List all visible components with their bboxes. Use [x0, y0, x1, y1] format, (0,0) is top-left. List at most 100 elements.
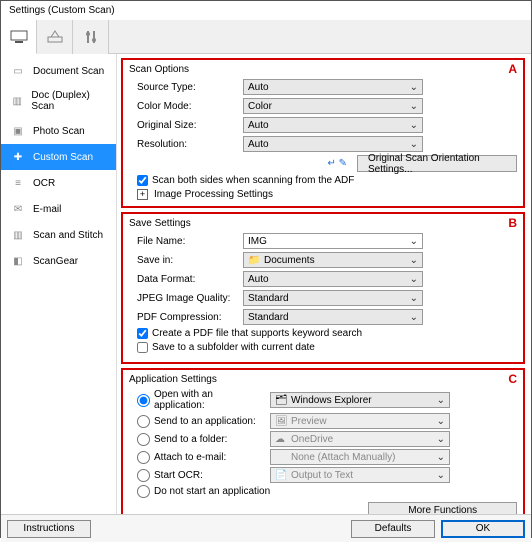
- expand-image-processing-button[interactable]: +: [137, 189, 148, 200]
- sidebar-item-label: Doc (Duplex) Scan: [31, 90, 108, 112]
- open-with-label: Open with an application:: [154, 389, 266, 411]
- scan-options-title: Scan Options: [129, 64, 517, 75]
- attach-email-label: Attach to e-mail:: [154, 452, 266, 463]
- pdf-keyword-checkbox[interactable]: [137, 328, 148, 339]
- scan-both-sides-checkbox[interactable]: [137, 175, 148, 186]
- start-ocr-select[interactable]: 📄Output to Text: [270, 467, 450, 483]
- chevron-down-icon: [410, 274, 418, 285]
- chevron-down-icon: [437, 395, 445, 406]
- callout-a: A: [508, 62, 517, 76]
- data-format-label: Data Format:: [129, 274, 239, 285]
- stitch-icon: ▥: [9, 228, 27, 242]
- top-tab-strip: [1, 20, 531, 54]
- source-type-label: Source Type:: [129, 82, 239, 93]
- sidebar-item-document-scan[interactable]: ▭ Document Scan: [1, 58, 116, 84]
- callout-c: C: [508, 372, 517, 386]
- source-type-select[interactable]: Auto: [243, 79, 423, 95]
- sidebar-item-custom-scan[interactable]: ✚ Custom Scan: [1, 144, 116, 170]
- save-in-select[interactable]: 📁Documents: [243, 252, 423, 268]
- sidebar-item-label: E-mail: [33, 204, 61, 215]
- sidebar-item-label: ScanGear: [33, 256, 78, 267]
- original-size-label: Original Size:: [129, 120, 239, 131]
- defaults-button[interactable]: Defaults: [351, 520, 435, 538]
- chevron-down-icon: [410, 312, 418, 323]
- ocr-icon: ≡: [9, 176, 27, 190]
- chevron-down-icon: [410, 139, 418, 150]
- pdf-keyword-label: Create a PDF file that supports keyword …: [152, 328, 362, 339]
- chevron-down-icon: [410, 101, 418, 112]
- sidebar-item-label: Scan and Stitch: [33, 230, 103, 241]
- photo-icon: ▣: [9, 124, 27, 138]
- start-ocr-radio[interactable]: [137, 469, 150, 482]
- open-with-radio[interactable]: [137, 394, 150, 407]
- tab-general-settings[interactable]: [73, 20, 109, 54]
- chevron-down-icon: [437, 470, 445, 481]
- sidebar-item-scan-and-stitch[interactable]: ▥ Scan and Stitch: [1, 222, 116, 248]
- ok-button[interactable]: OK: [441, 520, 525, 538]
- duplex-icon: ▥: [9, 94, 25, 108]
- send-to-folder-label: Send to a folder:: [154, 434, 266, 445]
- subfolder-date-label: Save to a subfolder with current date: [152, 342, 315, 353]
- scan-options-group: A Scan Options Source Type: Auto Color M…: [121, 58, 525, 208]
- sidebar-item-label: Document Scan: [33, 66, 104, 77]
- original-size-select[interactable]: Auto: [243, 117, 423, 133]
- window-title: Settings (Custom Scan): [1, 1, 531, 20]
- scangear-icon: ◧: [9, 254, 27, 268]
- do-not-start-label: Do not start an application: [154, 486, 270, 497]
- save-in-label: Save in:: [129, 255, 239, 266]
- chevron-down-icon: [437, 434, 445, 445]
- reset-orientation-icon[interactable]: ↵ ✎: [327, 158, 347, 169]
- orientation-settings-button[interactable]: Original Scan Orientation Settings...: [357, 155, 517, 172]
- sidebar-item-scangear[interactable]: ◧ ScanGear: [1, 248, 116, 274]
- chevron-down-icon: [410, 293, 418, 304]
- attach-email-select[interactable]: None (Attach Manually): [270, 449, 450, 465]
- color-mode-select[interactable]: Color: [243, 98, 423, 114]
- custom-icon: ✚: [9, 150, 27, 164]
- jpeg-quality-select[interactable]: Standard: [243, 290, 423, 306]
- pdf-compression-label: PDF Compression:: [129, 312, 239, 323]
- do-not-start-radio[interactable]: [137, 485, 150, 498]
- sidebar-item-label: OCR: [33, 178, 55, 189]
- send-to-app-radio[interactable]: [137, 415, 150, 428]
- pdf-compression-select[interactable]: Standard: [243, 309, 423, 325]
- subfolder-date-checkbox[interactable]: [137, 342, 148, 353]
- more-functions-button[interactable]: More Functions: [368, 502, 517, 514]
- resolution-label: Resolution:: [129, 139, 239, 150]
- save-settings-group: B Save Settings File Name: IMG Save in: …: [121, 212, 525, 364]
- sidebar: ▭ Document Scan ▥ Doc (Duplex) Scan ▣ Ph…: [1, 54, 117, 514]
- chevron-down-icon: [437, 416, 445, 427]
- document-icon: ▭: [9, 64, 27, 78]
- resolution-select[interactable]: Auto: [243, 136, 423, 152]
- folder-icon: 📁: [248, 255, 260, 266]
- sidebar-item-photo-scan[interactable]: ▣ Photo Scan: [1, 118, 116, 144]
- attach-email-radio[interactable]: [137, 451, 150, 464]
- text-icon: 📄: [275, 470, 287, 481]
- explorer-icon: 🗂: [275, 395, 287, 406]
- scan-both-sides-label: Scan both sides when scanning from the A…: [152, 175, 354, 186]
- jpeg-quality-label: JPEG Image Quality:: [129, 293, 239, 304]
- tab-scan-from-panel[interactable]: [37, 20, 73, 54]
- sidebar-item-label: Custom Scan: [33, 152, 93, 163]
- chevron-down-icon: [437, 452, 445, 463]
- sidebar-item-doc-duplex-scan[interactable]: ▥ Doc (Duplex) Scan: [1, 84, 116, 118]
- main-panel: A Scan Options Source Type: Auto Color M…: [117, 54, 531, 514]
- file-name-combo[interactable]: IMG: [243, 233, 423, 249]
- send-to-app-label: Send to an application:: [154, 416, 266, 427]
- sidebar-item-label: Photo Scan: [33, 126, 85, 137]
- open-with-select[interactable]: 🗂Windows Explorer: [270, 392, 450, 408]
- send-to-app-select[interactable]: 🖼Preview: [270, 413, 450, 429]
- send-to-folder-radio[interactable]: [137, 433, 150, 446]
- instructions-button[interactable]: Instructions: [7, 520, 91, 538]
- tab-scan-from-computer[interactable]: [1, 20, 37, 54]
- color-mode-label: Color Mode:: [129, 101, 239, 112]
- sidebar-item-email[interactable]: ✉ E-mail: [1, 196, 116, 222]
- save-settings-title: Save Settings: [129, 218, 517, 229]
- application-settings-group: C Application Settings Open with an appl…: [121, 368, 525, 514]
- start-ocr-label: Start OCR:: [154, 470, 266, 481]
- data-format-select[interactable]: Auto: [243, 271, 423, 287]
- sidebar-item-ocr[interactable]: ≡ OCR: [1, 170, 116, 196]
- email-icon: ✉: [9, 202, 27, 216]
- application-settings-title: Application Settings: [129, 374, 517, 385]
- send-to-folder-select[interactable]: ☁OneDrive: [270, 431, 450, 447]
- image-processing-label: Image Processing Settings: [154, 189, 273, 200]
